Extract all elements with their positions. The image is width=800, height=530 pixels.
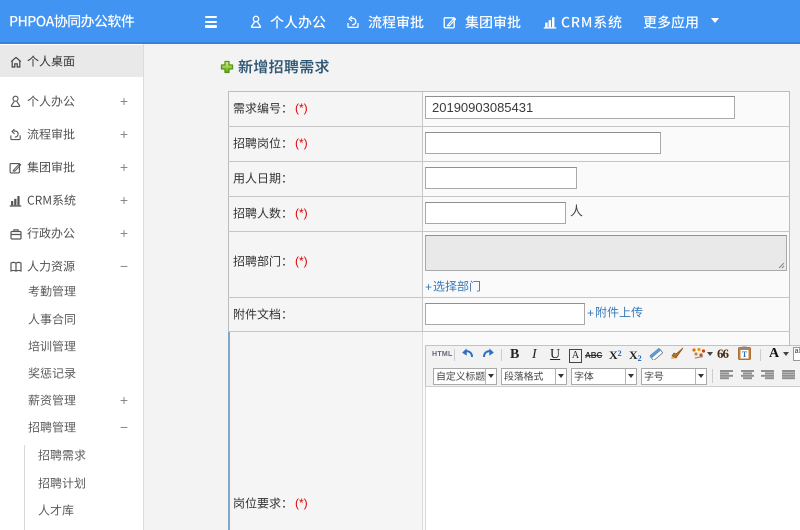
svg-text:T: T [742, 350, 748, 359]
